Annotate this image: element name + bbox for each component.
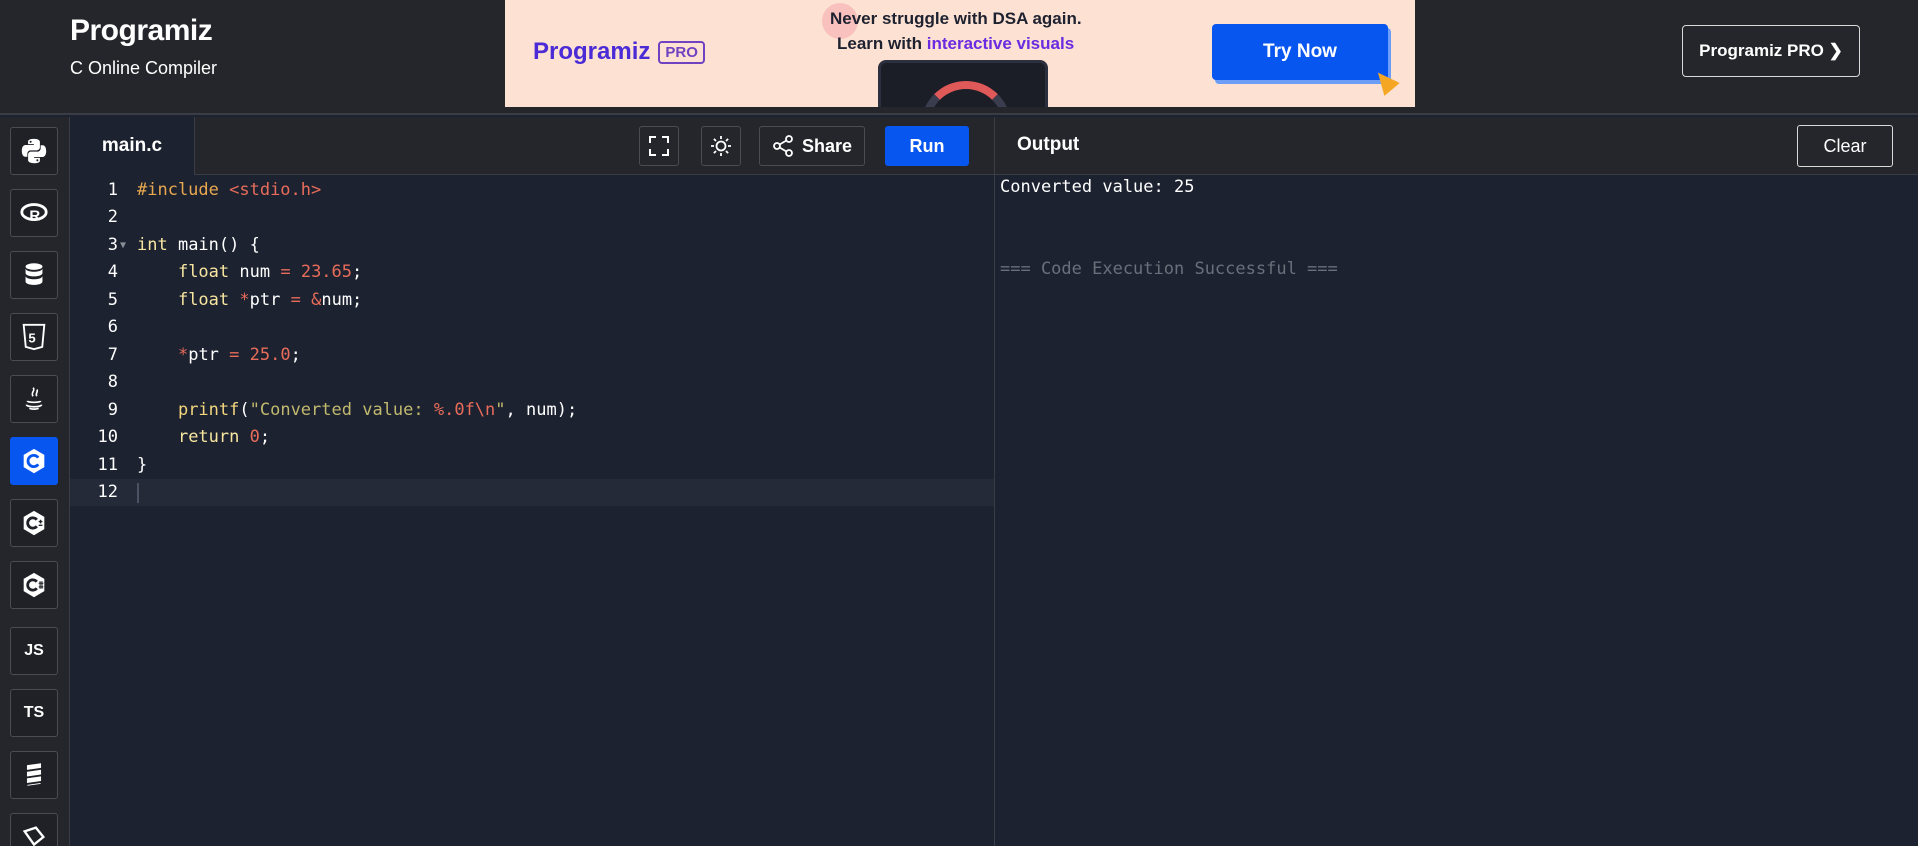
clear-button[interactable]: Clear: [1797, 125, 1893, 167]
code-text: float num = 23.65;: [177, 262, 363, 282]
code-text: int main() {: [137, 235, 260, 255]
swift-icon[interactable]: [10, 813, 58, 846]
fullscreen-button[interactable]: [639, 126, 679, 166]
code-line: 11 }: [70, 452, 994, 479]
line-number: 10: [97, 427, 118, 447]
code-line: 1 #include <stdio.h>: [70, 177, 994, 204]
html5-icon[interactable]: 5: [10, 313, 58, 361]
code-text: #include <stdio.h>: [137, 180, 322, 200]
fullscreen-icon: [649, 136, 669, 156]
ad-headline: Never struggle with DSA again.: [830, 9, 1082, 28]
line-number: 11: [97, 455, 118, 475]
output-title: Output: [1017, 134, 1080, 155]
ad-pro-badge: PRO: [658, 40, 705, 64]
code-line: 6: [70, 314, 994, 341]
language-sidebar: R 5 JS TS: [0, 117, 70, 846]
output-line: Converted value: 25: [1000, 177, 1195, 197]
line-number: 3: [107, 235, 118, 255]
cpp-icon[interactable]: [10, 499, 58, 547]
svg-text:R: R: [29, 208, 40, 225]
code-line: 9 printf("Converted value: %.0f\n", num)…: [70, 397, 994, 424]
csharp-icon[interactable]: [10, 561, 58, 609]
line-number: 5: [107, 290, 118, 310]
editor-toolbar: main.c Share Run: [70, 117, 994, 175]
sun-icon: [711, 136, 731, 156]
javascript-icon[interactable]: JS: [10, 627, 58, 675]
typescript-icon[interactable]: TS: [10, 689, 58, 737]
try-now-button[interactable]: Try Now: [1212, 24, 1388, 80]
line-number: 9: [107, 400, 118, 420]
python-icon[interactable]: [10, 127, 58, 175]
page-subtitle: C Online Compiler: [70, 58, 218, 78]
ad-brand: Programiz: [533, 38, 651, 65]
code-text: *ptr = 25.0;: [177, 345, 301, 365]
fold-arrow-icon[interactable]: ▼: [120, 232, 126, 259]
theme-toggle-button[interactable]: [701, 126, 741, 166]
execution-status: === Code Execution Successful ===: [1000, 259, 1338, 279]
line-number: 12: [97, 482, 118, 502]
ad-subheadline: Learn with interactive visuals: [837, 34, 1074, 54]
code-text: }: [137, 455, 148, 475]
code-line: 7 *ptr = 25.0;: [70, 342, 994, 369]
ad-subheadline-prefix: Learn with: [837, 34, 927, 53]
line-number: 8: [107, 372, 118, 392]
promo-banner[interactable]: Programiz PRO Never struggle with DSA ag…: [505, 0, 1415, 107]
code-line: 10 return 0;: [70, 424, 994, 451]
code-text: printf("Converted value: %.0f\n", num);: [177, 400, 578, 420]
javascript-label: JS: [24, 642, 44, 659]
c-language-icon[interactable]: [10, 437, 58, 485]
java-icon[interactable]: [10, 375, 58, 423]
share-button[interactable]: Share: [759, 126, 865, 166]
ad-gauge: [921, 81, 1011, 107]
code-editor[interactable]: 1 #include <stdio.h> 2 3 ▼ int main() { …: [70, 175, 994, 846]
tab-main-c[interactable]: main.c: [70, 117, 195, 175]
output-toolbar: Output Clear: [995, 117, 1918, 175]
code-text: float *ptr = &num;: [177, 290, 363, 310]
line-number: 4: [107, 262, 118, 282]
code-line: 5 float *ptr = &num;: [70, 287, 994, 314]
line-number: 1: [107, 180, 118, 200]
run-button[interactable]: Run: [885, 126, 969, 166]
r-icon[interactable]: R: [10, 189, 58, 237]
code-line: 4 float num = 23.65;: [70, 259, 994, 286]
typescript-label: TS: [23, 704, 45, 721]
programiz-pro-button[interactable]: Programiz PRO ❯: [1682, 25, 1860, 77]
output-console: Converted value: 25 === Code Execution S…: [995, 175, 1918, 846]
line-number: 6: [107, 317, 118, 337]
ad-logo: Programiz PRO: [533, 38, 705, 66]
brand[interactable]: Programiz C Online Compiler: [70, 14, 217, 79]
ad-subheadline-highlight: interactive visuals: [926, 34, 1075, 53]
code-line: 8: [70, 369, 994, 396]
line-number: 7: [107, 345, 118, 365]
text-cursor: [137, 483, 139, 503]
brand-name: Programiz: [70, 14, 213, 47]
share-label: Share: [801, 135, 853, 156]
ad-device-illustration: [878, 60, 1048, 107]
code-line: 2: [70, 204, 994, 231]
database-icon[interactable]: [10, 251, 58, 299]
top-header: Programiz C Online Compiler Programiz PR…: [0, 0, 1918, 115]
code-line-active: 12: [70, 479, 994, 506]
go-icon[interactable]: [10, 751, 58, 799]
programiz-logo[interactable]: Programiz: [70, 14, 217, 48]
code-text: return 0;: [177, 427, 271, 447]
svg-text:5: 5: [28, 331, 35, 346]
code-line: 3 ▼ int main() {: [70, 232, 994, 259]
share-icon: [773, 135, 793, 157]
line-number: 2: [107, 207, 118, 227]
